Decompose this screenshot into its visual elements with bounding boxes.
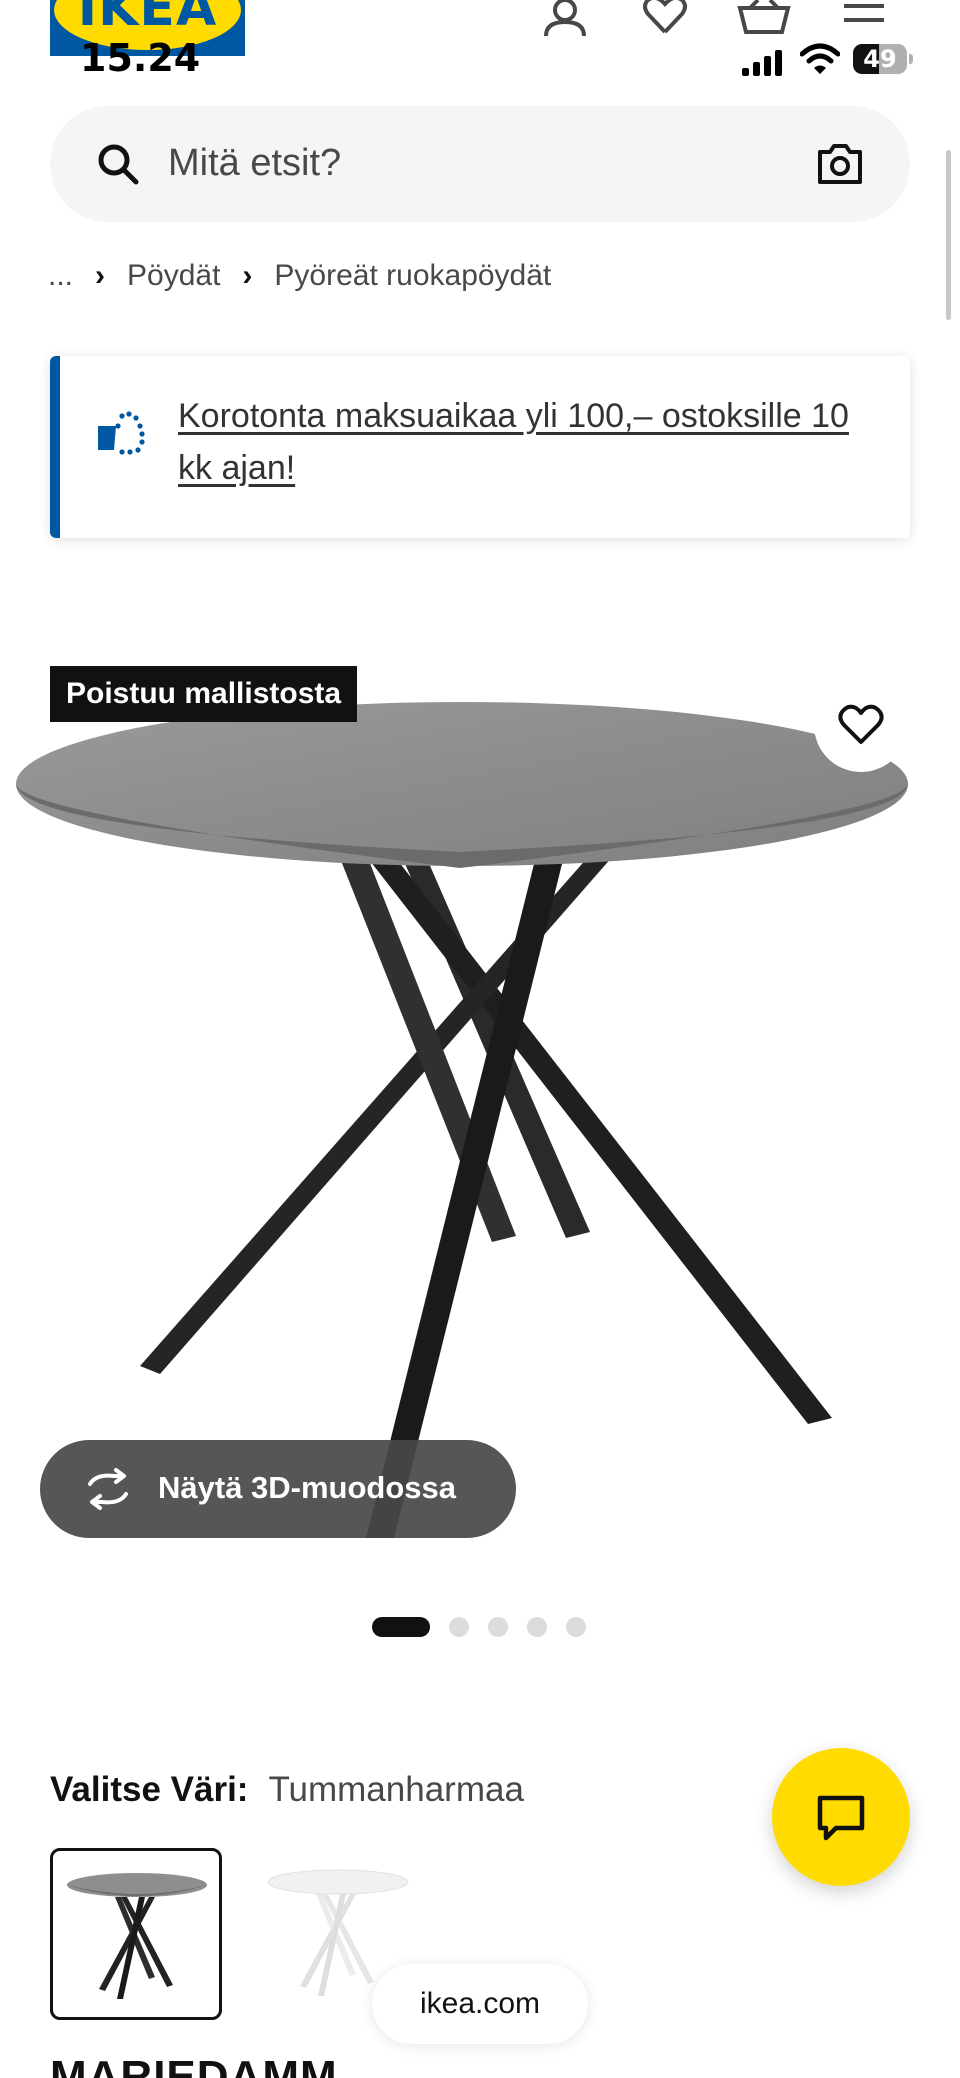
- battery-cap: [909, 54, 913, 64]
- promo-link[interactable]: Korotonta maksuaikaa yli 100,– ostoksill…: [178, 390, 888, 494]
- basket-icon[interactable]: [736, 0, 792, 36]
- carousel-dot[interactable]: [488, 1617, 508, 1637]
- heart-icon: [838, 704, 884, 744]
- chat-bubble-icon: [817, 1795, 865, 1841]
- breadcrumb-item-round-dining-tables[interactable]: Pyöreät ruokapöydät: [274, 259, 551, 293]
- wifi-icon: [800, 43, 840, 74]
- camera-icon[interactable]: [816, 142, 864, 186]
- breadcrumb-ellipsis[interactable]: ...: [48, 259, 73, 293]
- financing-promo-banner[interactable]: Korotonta maksuaikaa yli 100,– ostoksill…: [50, 356, 910, 538]
- colour-value: Tummanharmaa: [268, 1770, 524, 1809]
- view-3d-label: Näytä 3D-muodossa: [158, 1470, 457, 1505]
- heart-icon[interactable]: [640, 0, 690, 36]
- profile-icon[interactable]: [540, 0, 590, 36]
- carousel-dot[interactable]: [566, 1617, 586, 1637]
- scroll-indicator: [946, 150, 951, 320]
- menu-icon[interactable]: [842, 0, 886, 36]
- colour-label: Valitse Väri:: [50, 1770, 249, 1809]
- colour-swatch-dark-grey[interactable]: [50, 1848, 222, 2020]
- table-illustration: [16, 702, 908, 1538]
- carousel-dot[interactable]: [449, 1617, 469, 1637]
- carousel-dot[interactable]: [527, 1617, 547, 1637]
- cellular-signal-icon: [742, 50, 782, 76]
- table-top: [16, 702, 908, 866]
- search-input[interactable]: Mitä etsit?: [168, 142, 341, 185]
- product-image[interactable]: [0, 662, 960, 1562]
- chevron-right-icon: ›: [95, 259, 106, 292]
- breadcrumb: ... › Pöydät › Pyöreät ruokapöydät: [48, 256, 551, 296]
- product-name: MARIEDAMM: [50, 2052, 338, 2078]
- swatch-dark-grey-image: [67, 1873, 207, 1999]
- breadcrumb-item-poydat[interactable]: Pöydät: [127, 259, 220, 293]
- logo-text: IKEA: [77, 0, 218, 38]
- colour-selector-heading: Valitse Väri: Tummanharmaa: [50, 1770, 524, 1810]
- search-icon: [98, 144, 139, 185]
- chat-button[interactable]: [772, 1748, 910, 1886]
- status-time: 15.24: [80, 36, 201, 80]
- view-3d-button[interactable]: Näytä 3D-muodossa: [40, 1440, 516, 1538]
- promo-accent-bar: [50, 356, 60, 538]
- discontinued-badge: Poistuu mallistosta: [50, 666, 358, 722]
- carousel-dot[interactable]: [372, 1617, 430, 1637]
- battery-level: 49: [863, 45, 897, 73]
- rotate-3d-icon: [88, 1468, 128, 1510]
- add-to-favourites-button[interactable]: [814, 678, 908, 772]
- battery-icon: 49: [853, 44, 913, 74]
- carousel-dots[interactable]: [372, 1616, 605, 1638]
- chevron-right-icon: ›: [242, 259, 253, 292]
- search-bar[interactable]: Mitä etsit?: [50, 106, 910, 222]
- payment-plan-icon: [98, 411, 145, 455]
- browser-url-bar[interactable]: ikea.com: [372, 1964, 588, 2044]
